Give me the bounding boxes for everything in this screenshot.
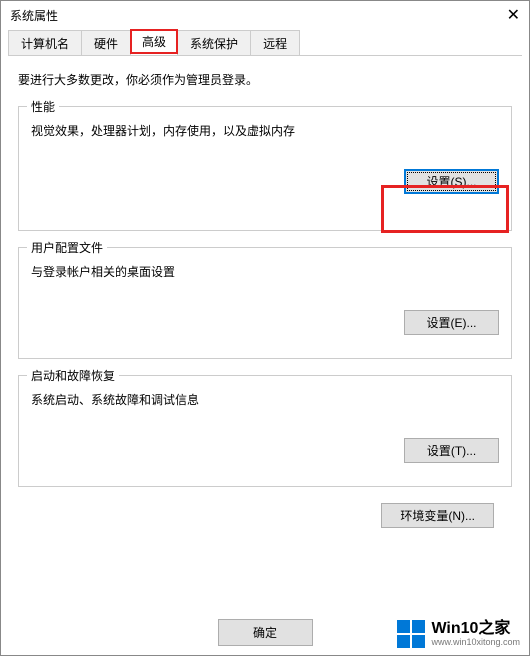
performance-desc: 视觉效果，处理器计划，内存使用，以及虚拟内存	[31, 122, 499, 139]
startup-group: 启动和故障恢复 系统启动、系统故障和调试信息 设置(T)...	[18, 375, 512, 487]
performance-legend: 性能	[27, 98, 59, 115]
user-profile-desc: 与登录帐户相关的桌面设置	[31, 263, 499, 280]
tab-remote[interactable]: 远程	[250, 30, 300, 55]
tab-computer-name[interactable]: 计算机名	[8, 30, 82, 55]
watermark: Win10之家 www.win10xitong.com	[397, 620, 520, 648]
env-variables-button[interactable]: 环境变量(N)...	[381, 503, 494, 528]
user-profile-legend: 用户配置文件	[27, 239, 107, 256]
windows-logo-icon	[397, 620, 425, 648]
tab-hardware[interactable]: 硬件	[81, 30, 131, 55]
watermark-sub: www.win10xitong.com	[431, 638, 520, 648]
watermark-main: Win10之家	[431, 620, 520, 638]
ok-button[interactable]: 确定	[218, 619, 313, 646]
performance-group: 性能 视觉效果，处理器计划，内存使用，以及虚拟内存 设置(S)...	[18, 106, 512, 231]
tab-strip: 计算机名 硬件 高级 系统保护 远程	[8, 30, 522, 56]
performance-settings-button[interactable]: 设置(S)...	[404, 169, 499, 194]
tab-system-protection[interactable]: 系统保护	[177, 30, 251, 55]
user-profile-group: 用户配置文件 与登录帐户相关的桌面设置 设置(E)...	[18, 247, 512, 359]
user-profile-settings-button[interactable]: 设置(E)...	[404, 310, 499, 335]
tab-content: 要进行大多数更改，你必须作为管理员登录。 性能 视觉效果，处理器计划，内存使用，…	[0, 56, 530, 543]
watermark-text: Win10之家 www.win10xitong.com	[431, 620, 520, 647]
startup-desc: 系统启动、系统故障和调试信息	[31, 391, 499, 408]
env-row: 环境变量(N)...	[18, 503, 512, 528]
startup-settings-button[interactable]: 设置(T)...	[404, 438, 499, 463]
tab-advanced[interactable]: 高级	[130, 29, 178, 54]
title-bar: 系统属性 ✕	[0, 0, 530, 30]
admin-instruction: 要进行大多数更改，你必须作为管理员登录。	[18, 71, 512, 88]
close-icon[interactable]: ✕	[507, 5, 520, 25]
startup-legend: 启动和故障恢复	[27, 367, 119, 384]
window-title: 系统属性	[10, 7, 58, 24]
